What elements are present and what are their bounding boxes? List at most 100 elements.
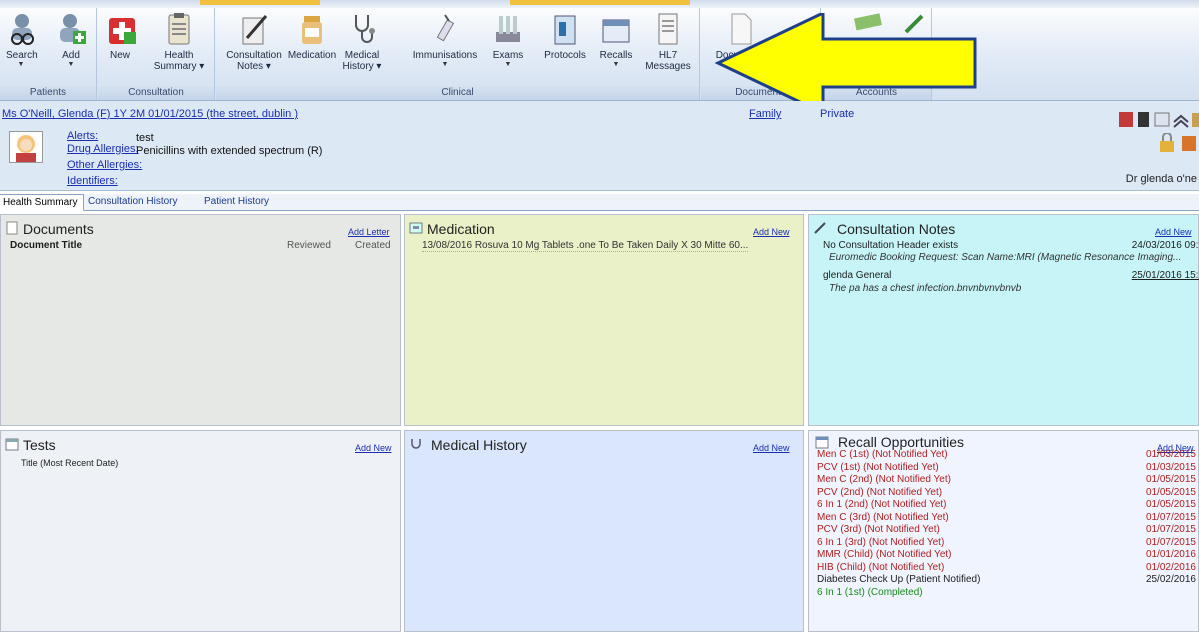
documents-panel: Documents Add Letter Document Title Revi…: [0, 214, 401, 426]
stethoscope-icon: [411, 439, 421, 449]
recall-item-date: 25/02/2016: [1145, 574, 1196, 585]
documents-col-reviewed: Reviewed: [287, 240, 331, 251]
tests-panel: Tests Add New Title (Most Recent Date): [0, 430, 401, 632]
chevron-down-icon: ▼: [17, 61, 25, 68]
recalls-button[interactable]: Recalls ▼: [596, 12, 636, 69]
hl7-messages-button[interactable]: HL7 Messages: [640, 12, 696, 72]
consultation-notes-label-1: Consultation: [226, 50, 282, 61]
protocols-button[interactable]: Protocols: [540, 12, 590, 61]
recall-title: Recall Opportunities: [838, 434, 965, 450]
recall-item-date: 01/05/2015: [1145, 486, 1196, 498]
medical-kit-icon: [109, 18, 136, 44]
recall-item-date: 01/07/2015: [1145, 511, 1196, 523]
stethoscope-icon: [355, 15, 375, 43]
recall-item-date: 01/03/2015: [1145, 461, 1196, 473]
immunisations-button[interactable]: Immunisations ▼: [412, 12, 478, 69]
recall-item[interactable]: Men C (2nd) (Not Notified Yet): [817, 474, 951, 485]
message-document-icon: [658, 13, 678, 45]
ribbon-toolbar: Search ▼ Add ▼ Patients New Health Summa…: [0, 0, 1199, 101]
consultation-notes-button[interactable]: Consultation Notes ▾: [224, 12, 284, 72]
card-icon[interactable]: [1154, 112, 1170, 127]
consultation-notes-title: Consultation Notes: [837, 221, 956, 237]
consultation-add-new-link[interactable]: Add New: [1155, 227, 1192, 237]
patient-avatar-icon: [16, 135, 36, 162]
tab-consultation-history[interactable]: Consultation History: [82, 194, 183, 211]
drug-allergies-label[interactable]: Drug Allergies:: [67, 143, 139, 155]
exams-button[interactable]: Exams ▼: [488, 12, 528, 69]
calendar-grid-icon: [5, 438, 19, 451]
medical-history-label-2: History: [342, 61, 374, 72]
collapse-chevron-icon[interactable]: [1173, 114, 1189, 128]
consult-entry-head[interactable]: No Consultation Header exists: [823, 240, 958, 251]
tests-title: Tests: [23, 437, 56, 453]
add-patient-button[interactable]: Add ▼: [56, 12, 86, 69]
consult-entry-text: Euromedic Booking Request: Scan Name:MRI…: [829, 252, 1182, 263]
chevron-down-icon: ▼: [441, 61, 449, 68]
recall-item-date: 01/07/2015: [1145, 536, 1196, 548]
recall-item[interactable]: Men C (3rd) (Not Notified Yet): [817, 512, 949, 523]
hl7-label-2: Messages: [645, 61, 691, 72]
consult-entry-text: The pa has a chest infection.bnvnbvnvbnv…: [829, 283, 1022, 294]
recall-item-date: 01/05/2015: [1145, 499, 1196, 510]
overflow-icon[interactable]: [1192, 113, 1199, 127]
medication-icon: [409, 222, 423, 234]
group-label-patients: Patients: [0, 86, 96, 100]
tab-health-summary[interactable]: Health Summary: [0, 194, 85, 211]
recall-item-date: 01/03/2015: [1145, 449, 1196, 460]
medical-history-panel: Medical History Add New: [404, 430, 804, 632]
doctor-name: Dr glenda o'ne: [1125, 173, 1197, 185]
consult-entry-date[interactable]: 25/01/2016 15:2: [1132, 270, 1199, 281]
protocol-document-icon: [554, 15, 576, 45]
drug-allergies-value: Penicillins with extended spectrum (R): [136, 145, 323, 157]
lock-icon[interactable]: [1158, 133, 1199, 153]
recall-item[interactable]: HIB (Child) (Not Notified Yet): [817, 562, 944, 573]
recall-item-date: 01/05/2015: [1145, 474, 1196, 485]
chevron-down-icon: ▼: [612, 61, 620, 68]
search-button[interactable]: Search ▼: [6, 12, 38, 69]
alerts-label[interactable]: Alerts:: [67, 130, 98, 142]
recall-item[interactable]: Diabetes Check Up (Patient Notified): [817, 574, 980, 585]
tests-add-new-link[interactable]: Add New: [355, 443, 392, 453]
yellow-arrow-annotation: [714, 13, 977, 113]
calendar-icon: [815, 436, 829, 449]
add-letter-link[interactable]: Add Letter: [348, 227, 390, 237]
syringe-icon: [436, 14, 455, 42]
recall-item[interactable]: MMR (Child) (Not Notified Yet): [817, 549, 951, 560]
alert-flag-icon[interactable]: [1119, 112, 1133, 127]
recall-item[interactable]: 6 In 1 (2nd) (Not Notified Yet): [817, 499, 947, 510]
consult-entry-date: 24/03/2016 09:5: [1131, 240, 1199, 251]
identifiers-label[interactable]: Identifiers:: [67, 175, 118, 187]
document-icon: [6, 221, 18, 235]
family-link[interactable]: Family: [749, 108, 781, 120]
ribbon-top-strip: [0, 0, 1199, 8]
health-summary-label-2: Summary: [153, 61, 197, 72]
medication-row[interactable]: 13/08/2016 Rosuva 10 Mg Tablets .one To …: [422, 240, 749, 252]
exams-label: Exams: [492, 50, 524, 61]
new-consultation-button[interactable]: New: [106, 12, 136, 61]
recall-item[interactable]: PCV (2nd) (Not Notified Yet): [817, 487, 942, 498]
other-allergies-label[interactable]: Other Allergies:: [67, 159, 142, 171]
recall-item-date: 01/01/2016: [1145, 549, 1196, 560]
medication-button[interactable]: Medication: [286, 12, 338, 61]
medication-add-new-link[interactable]: Add New: [753, 227, 790, 237]
recall-item[interactable]: 6 In 1 (3rd) (Not Notified Yet): [817, 537, 944, 548]
recall-item[interactable]: Men C (1st) (Not Notified Yet): [817, 449, 948, 460]
recall-item[interactable]: 6 In 1 (1st) (Completed): [817, 587, 923, 598]
notes-pen-icon: [242, 15, 268, 45]
health-summary-button[interactable]: Health Summary ▾: [150, 12, 208, 72]
mobile-phone-icon[interactable]: [1138, 112, 1149, 127]
medical-history-button[interactable]: Medical History ▾: [340, 12, 384, 72]
tab-patient-history[interactable]: Patient History: [198, 194, 275, 211]
patient-header-link[interactable]: Ms O'Neill, Glenda (F) 1Y 2M 01/01/2015 …: [2, 108, 298, 120]
recall-item[interactable]: PCV (1st) (Not Notified Yet): [817, 462, 939, 473]
pill-bottle-icon: [302, 16, 322, 44]
consult-entry-head[interactable]: glenda General: [823, 270, 891, 281]
medical-history-add-new-link[interactable]: Add New: [753, 443, 790, 453]
recall-item-date: 01/07/2015: [1145, 524, 1196, 535]
main-tabs: Health Summary Consultation History Pati…: [0, 194, 1199, 211]
group-label-clinical: Clinical: [216, 86, 699, 100]
patient-status: Private: [820, 108, 855, 120]
recall-item[interactable]: PCV (3rd) (Not Notified Yet): [817, 524, 940, 535]
new-button-label: New: [109, 50, 130, 61]
chevron-down-icon: ▼: [67, 61, 75, 68]
